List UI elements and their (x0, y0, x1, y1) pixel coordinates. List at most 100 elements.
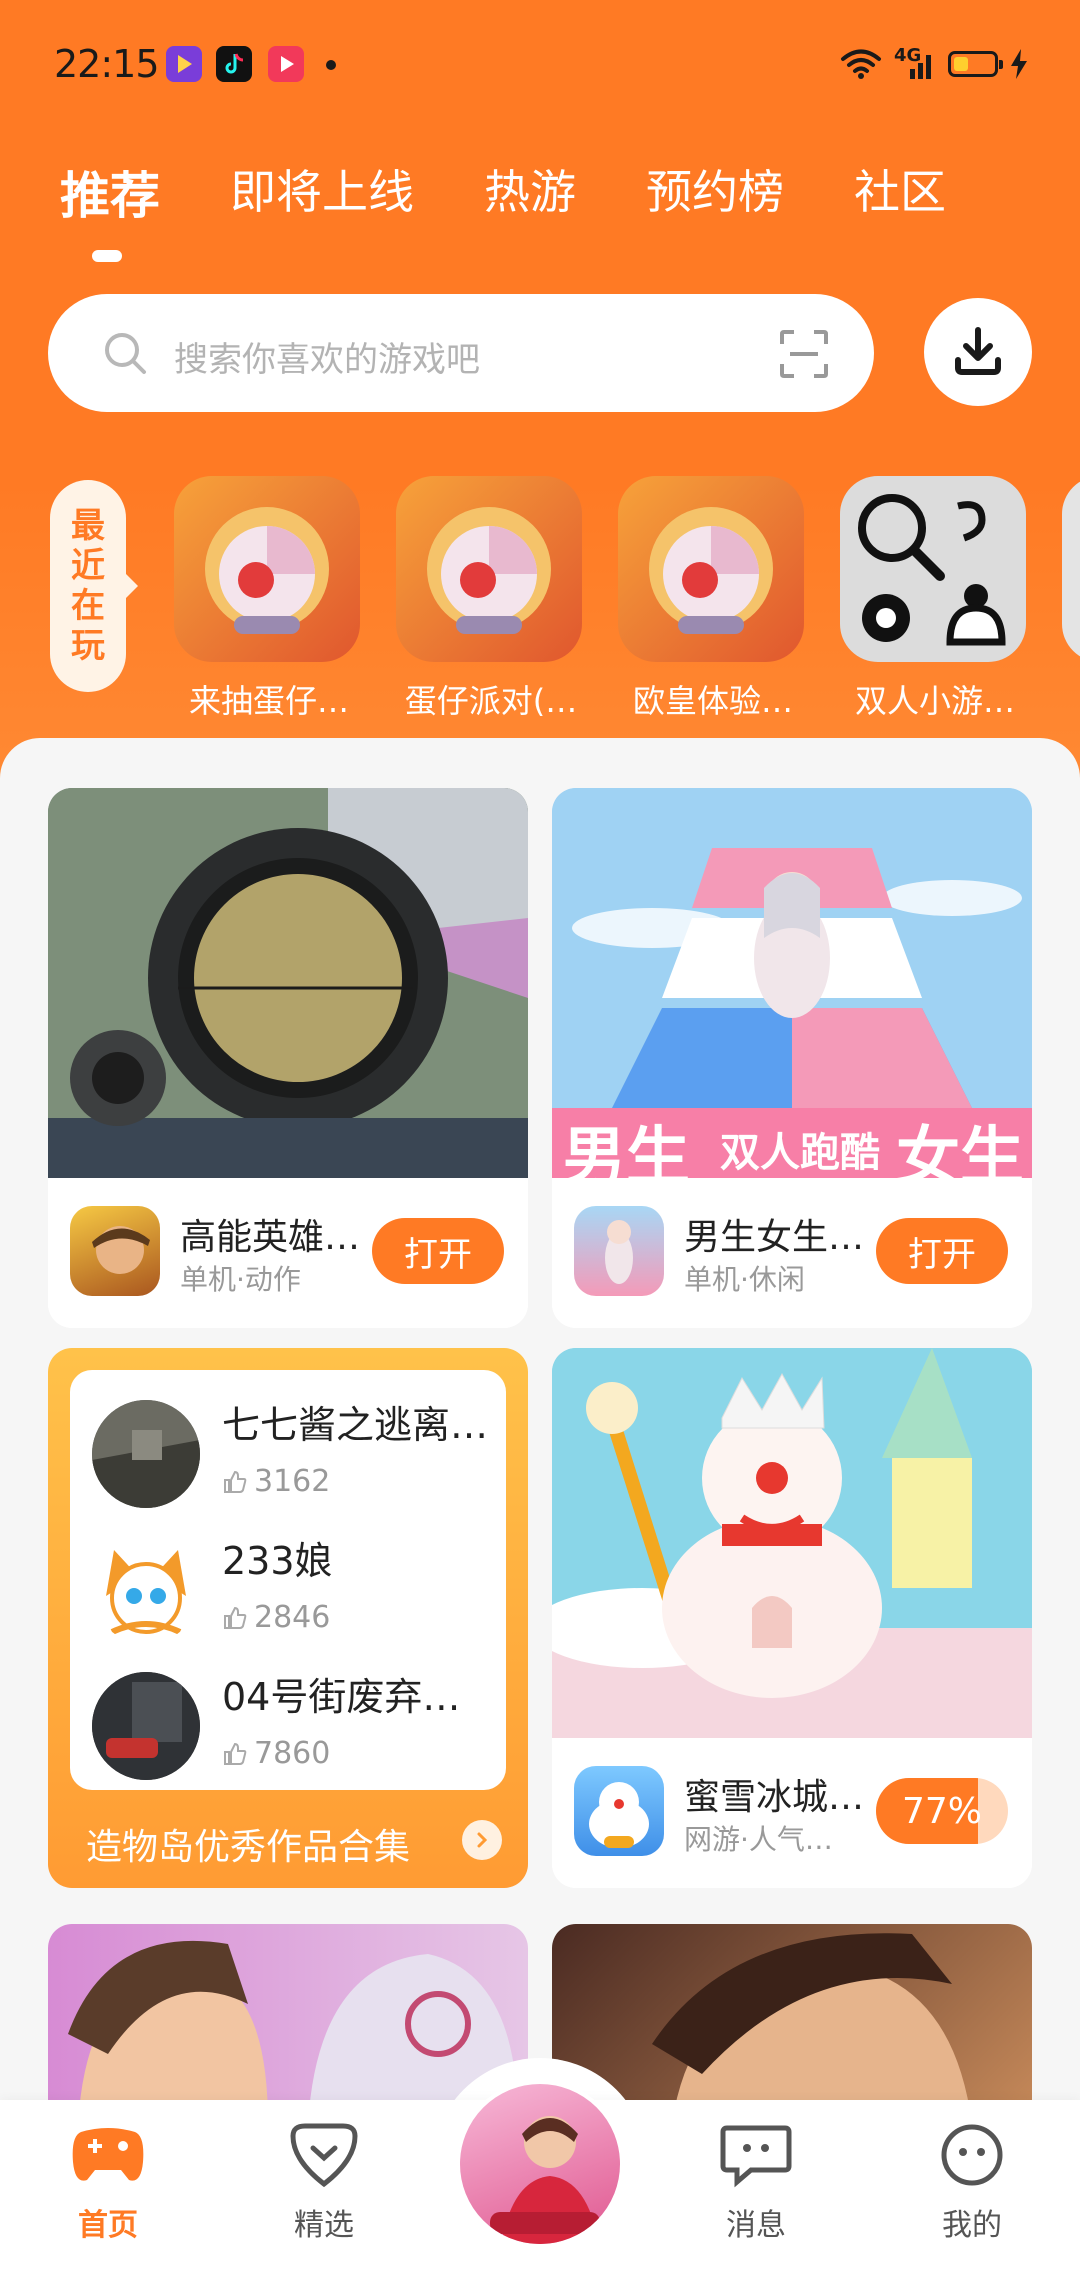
search-icon (105, 333, 146, 374)
game-card-4[interactable] (48, 1924, 528, 2124)
charging-icon (1011, 49, 1027, 79)
game-name: 蜜雪冰城… (684, 1777, 865, 1818)
collection-title: 七七酱之逃离… (222, 1403, 489, 1447)
recent-game-name: 蛋仔派对(… (404, 682, 578, 720)
game-thumbnail (574, 1206, 664, 1296)
likes-count: 2846 (254, 1600, 331, 1635)
likes-count: 3162 (254, 1464, 331, 1499)
thumbs-up-icon (224, 1470, 247, 1493)
recently-played-label: 最 近 在 玩 (50, 480, 138, 692)
game-screenshot (552, 1348, 1032, 1738)
tab-preorder-chart[interactable]: 预约榜 (646, 156, 784, 228)
tab-community[interactable]: 社区 (854, 156, 946, 228)
download-button[interactable] (924, 298, 1032, 406)
game-icon (174, 476, 360, 662)
recently-played-strip: 最 近 在 玩 来抽蛋仔… 蛋仔派对(… 欧皇体验… 双人小游… (0, 466, 1080, 736)
game-icon (840, 476, 1026, 662)
message-icon (720, 2125, 792, 2188)
collection-likes: 2846 (222, 1600, 330, 1635)
open-button[interactable]: 打开 (876, 1218, 1008, 1284)
game-screenshot (552, 1924, 1032, 2124)
game-card-1[interactable]: 高能英雄… 单机·动作 打开 (48, 788, 528, 1328)
game-card-footer: 高能英雄… 单机·动作 打开 (48, 1178, 528, 1328)
game-name: 男生女生… (684, 1217, 865, 1258)
game-thumbnail (574, 1766, 664, 1856)
collection-footer-title: 造物岛优秀作品合集 (86, 1827, 411, 1868)
game-card-footer: 蜜雪冰城… 网游·人气… 77% (552, 1738, 1032, 1888)
video-app-icon (268, 46, 304, 82)
game-tags: 单机·动作 (180, 1263, 301, 1296)
collection-likes: 7860 (222, 1736, 330, 1771)
collection-likes: 3162 (222, 1464, 330, 1499)
download-progress-button[interactable]: 77% (876, 1778, 1008, 1844)
game-icon (396, 476, 582, 662)
game-card-3[interactable]: 蜜雪冰城… 网游·人气… 77% (552, 1348, 1032, 1888)
scan-icon[interactable] (778, 328, 830, 380)
heart-icon (290, 2123, 358, 2188)
recent-game-2[interactable]: 蛋仔派对(… (396, 476, 586, 722)
game-card-5[interactable] (552, 1924, 1032, 2124)
creation-collection-card[interactable]: 七七酱之逃离… 3162 233娘 2846 04号街废弃… 7860 造物岛优… (48, 1348, 528, 1888)
tab-indicator (92, 250, 122, 262)
nav-home[interactable]: 首页 (48, 2122, 168, 2244)
chevron-right-icon[interactable] (462, 1820, 502, 1860)
download-icon (955, 327, 1001, 375)
status-bar: 22:15 4G (0, 0, 1080, 130)
collection-item-2[interactable]: 233娘 2846 (92, 1528, 492, 1648)
game-card-2[interactable]: 男生 双人跑酷 女生 男生女生… 单机·休闲 打开 (552, 788, 1032, 1328)
recent-game-name: 来抽蛋仔… (188, 682, 349, 720)
open-button[interactable]: 打开 (372, 1218, 504, 1284)
collection-item-3[interactable]: 04号街废弃… 7860 (92, 1664, 492, 1784)
download-progress-label: 77% (901, 1790, 982, 1832)
collection-title: 233娘 (222, 1539, 333, 1583)
battery-level (954, 57, 968, 71)
game-card-footer: 男生女生… 单机·休闲 打开 (552, 1178, 1032, 1328)
gamepad-icon (72, 2128, 144, 2181)
nav-label: 首页 (78, 2208, 138, 2243)
tab-coming-soon[interactable]: 即将上线 (230, 156, 414, 228)
battery-icon (948, 51, 1003, 77)
collection-thumbnail (92, 1400, 200, 1508)
recent-game-1[interactable]: 来抽蛋仔… (174, 476, 364, 722)
game-screenshot (48, 788, 528, 1178)
thumbs-up-icon (224, 1606, 247, 1629)
game-screenshot: 男生 双人跑酷 女生 (552, 788, 1032, 1195)
wifi-icon (841, 49, 881, 79)
game-tags: 网游·人气… (684, 1823, 833, 1856)
nav-label: 精选 (294, 2208, 354, 2243)
thumbs-up-icon (224, 1742, 247, 1765)
label-char: 在 (71, 586, 105, 626)
search-placeholder: 搜索你喜欢的游戏吧 (174, 340, 480, 380)
collection-thumbnail (92, 1672, 200, 1780)
app-icon-purple (166, 46, 202, 82)
status-icons: 4G (840, 44, 1028, 84)
game-thumbnail (70, 1206, 160, 1296)
collection-list: 七七酱之逃离… 3162 233娘 2846 04号街废弃… 7860 (70, 1370, 506, 1790)
avatar[interactable] (456, 2080, 624, 2248)
tab-recommend[interactable]: 推荐 (60, 156, 160, 228)
cell-signal-icon: 4G (894, 47, 936, 81)
collection-item-1[interactable]: 七七酱之逃离… 3162 (92, 1392, 492, 1512)
nav-label: 消息 (726, 2208, 786, 2243)
recent-game-partial[interactable] (1062, 476, 1080, 662)
tiktok-icon (216, 46, 252, 82)
nav-profile[interactable]: 我的 (912, 2122, 1032, 2244)
notification-dot (326, 60, 336, 70)
category-tabs: 推荐 即将上线 热游 预约榜 社区 (60, 156, 1016, 228)
game-icon (1062, 476, 1080, 662)
nav-label: 我的 (942, 2208, 1002, 2243)
likes-count: 7860 (254, 1736, 331, 1771)
game-screenshot (48, 1924, 528, 2124)
nav-featured[interactable]: 精选 (264, 2122, 384, 2244)
nav-message[interactable]: 消息 (696, 2122, 816, 2244)
status-time: 22:15 (54, 42, 160, 86)
label-char: 最 (71, 506, 105, 546)
recent-game-3[interactable]: 欧皇体验… (618, 476, 808, 722)
recent-game-4[interactable]: 双人小游… (840, 476, 1030, 722)
game-tags: 单机·休闲 (684, 1263, 805, 1296)
search-bar[interactable]: 搜索你喜欢的游戏吧 (48, 294, 874, 412)
profile-icon (941, 2124, 1003, 2186)
tab-hot-games[interactable]: 热游 (484, 156, 576, 228)
recent-game-name: 双人小游… (854, 682, 1015, 720)
game-icon (618, 476, 804, 662)
